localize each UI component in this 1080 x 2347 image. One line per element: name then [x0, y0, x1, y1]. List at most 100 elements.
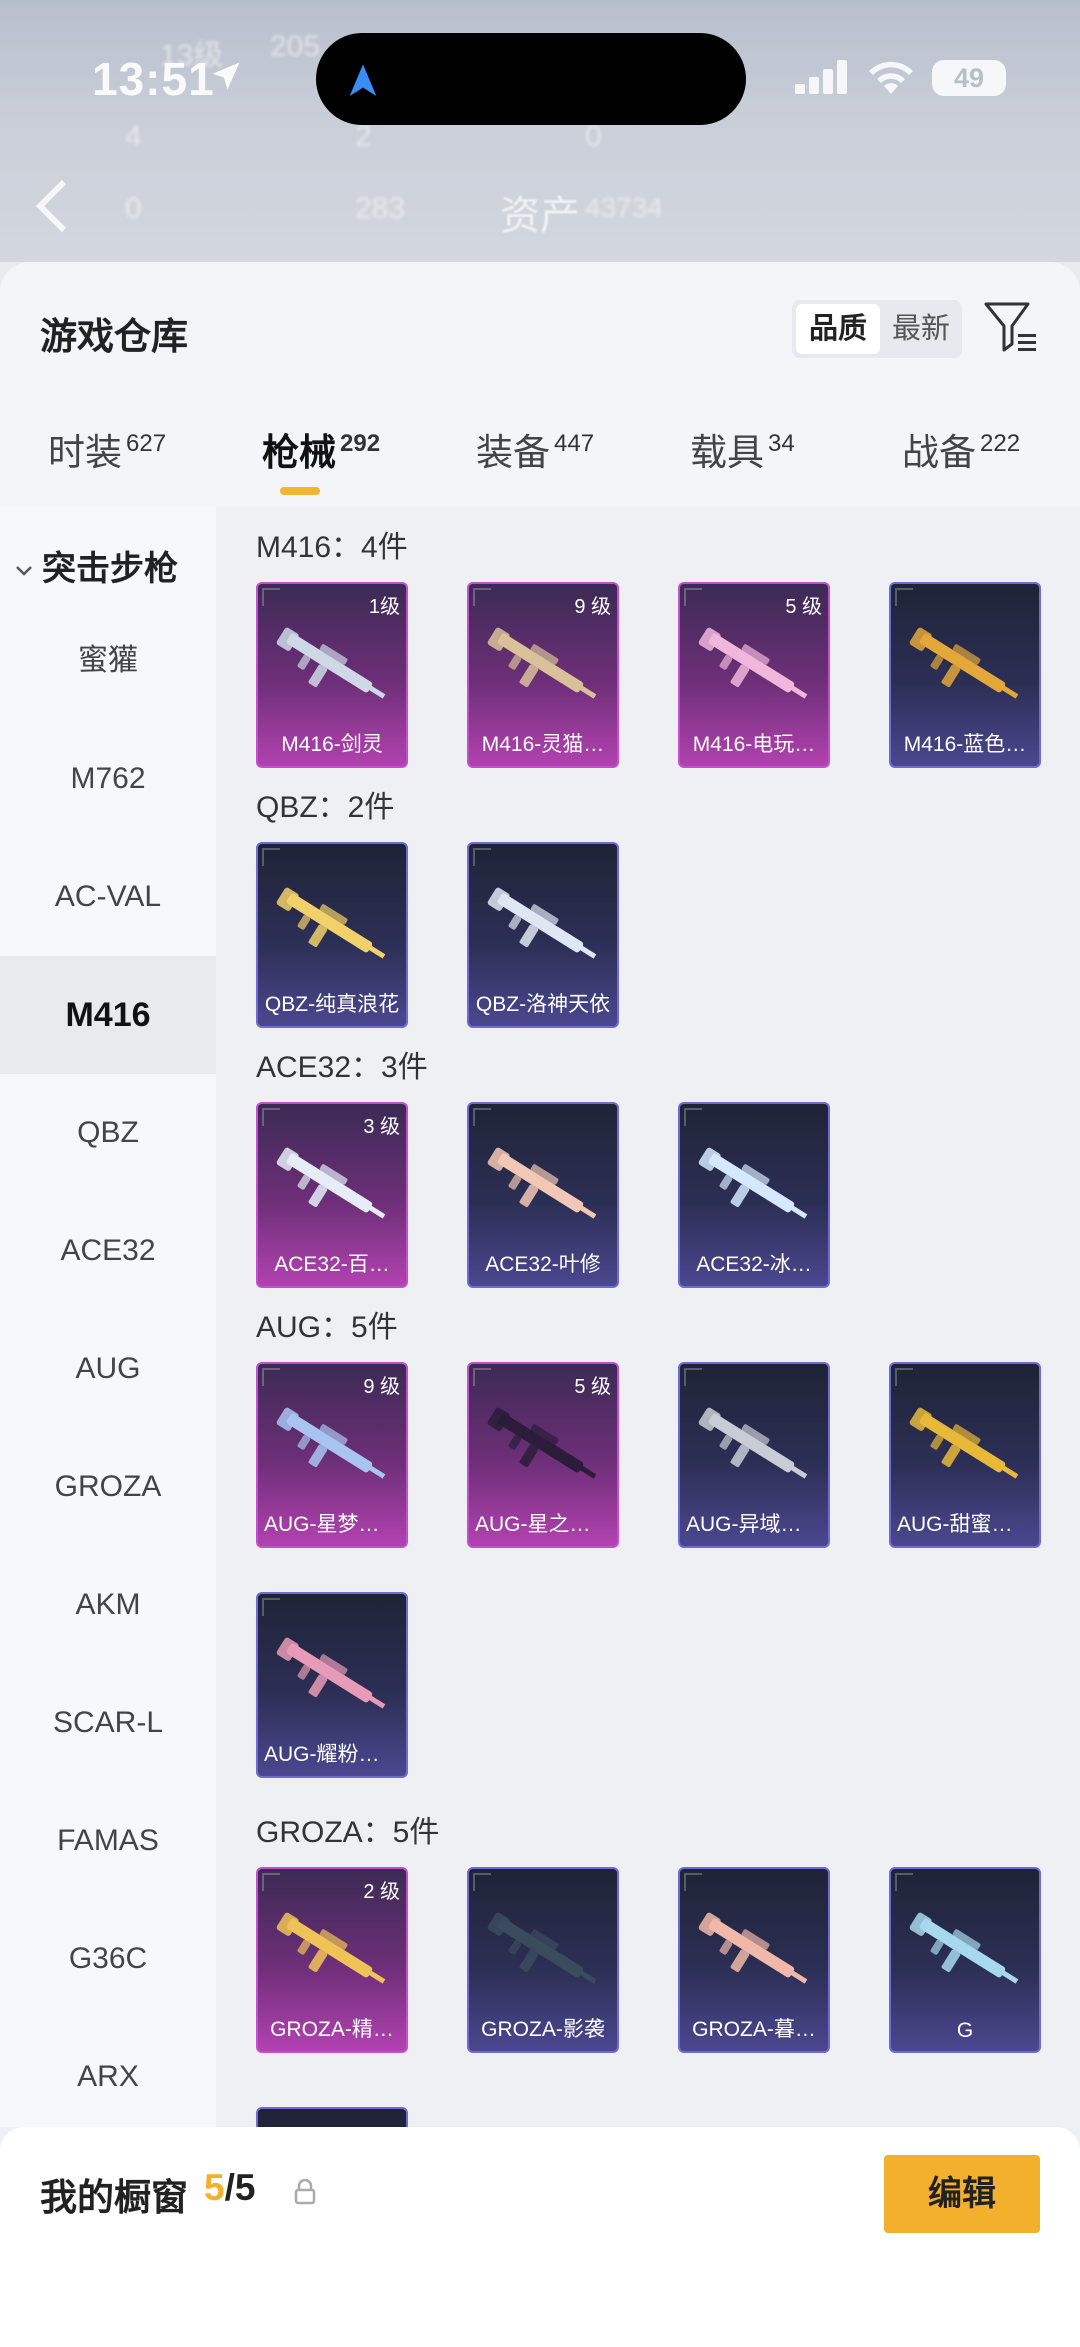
weapon-name: GROZA-精…	[270, 2018, 394, 2041]
weapon-name: M416-剑灵	[281, 733, 383, 756]
sidebar-item-famas[interactable]: FAMAS	[0, 1782, 216, 1900]
sidebar-group-label: 突击步枪	[42, 550, 178, 588]
sidebar-item-ac-val[interactable]: AC-VAL	[0, 838, 216, 956]
blur-assets-value: 43734	[585, 192, 663, 223]
section-title: GROZA：5件	[256, 1816, 440, 1849]
navigation-icon	[349, 64, 377, 96]
blur-stat-4: 0	[125, 192, 142, 225]
weapon-card[interactable]: 2 级 GROZA-精…	[256, 1867, 408, 2053]
tab-guns[interactable]: 枪械 292	[262, 422, 380, 482]
weapon-name: QBZ-洛神天依	[475, 993, 611, 1016]
status-time: 13:51	[92, 53, 215, 105]
weapon-name: AUG-星梦奇缘	[264, 1513, 401, 1536]
card-corner-decoration	[895, 1873, 913, 1891]
gun-skin-icon	[487, 1147, 597, 1219]
tab-vehicles[interactable]: 载具 34	[690, 422, 795, 482]
filter-icon[interactable]	[982, 298, 1040, 356]
gun-skin-icon	[487, 887, 597, 959]
weapon-name: GROZA-暮…	[692, 2018, 816, 2041]
weapon-card[interactable]: 9 级 M416-灵猫…	[467, 582, 619, 768]
back-arrow-icon[interactable]	[28, 175, 76, 237]
weapon-card[interactable]: ACE32-冰…	[678, 1102, 830, 1288]
sidebar-item-m416[interactable]: M416	[0, 956, 216, 1074]
weapon-name: ACE32-冰…	[696, 1253, 812, 1276]
weapon-card[interactable]: QBZ-洛神天依	[467, 842, 619, 1028]
weapon-card[interactable]: QBZ-纯真浪花	[256, 842, 408, 1028]
card-corner-decoration	[473, 848, 491, 866]
weapon-name: G	[956, 2019, 974, 2042]
section-title: QBZ：2件	[256, 791, 395, 824]
level-badge: 3 级	[363, 1116, 400, 1138]
location-arrow-icon	[212, 62, 240, 90]
chevron-down-icon	[16, 566, 32, 576]
gun-skin-icon	[276, 1147, 386, 1219]
sidebar-item-ace32[interactable]: ACE32	[0, 1192, 216, 1310]
sidebar-item-qbz[interactable]: QBZ	[0, 1074, 216, 1192]
level-badge: 5 级	[574, 1376, 611, 1398]
card-corner-decoration	[262, 848, 280, 866]
signal-icon	[795, 60, 851, 94]
sort-toggle: 品质 最新	[792, 300, 962, 358]
card-corner-decoration	[684, 1873, 702, 1891]
sidebar-item-蜜獾[interactable]: 蜜獾	[0, 602, 216, 720]
tab-underline	[280, 487, 320, 495]
blur-stat-5: 283	[355, 192, 406, 225]
blur-stat-2: 2	[355, 120, 372, 153]
weapon-card[interactable]: 1级 M416-剑灵	[256, 582, 408, 768]
weapon-card[interactable]: 9 级 AUG-星梦奇缘	[256, 1362, 408, 1548]
level-badge: 9 级	[574, 596, 611, 618]
sidebar-item-akm[interactable]: AKM	[0, 1546, 216, 1664]
sort-quality-button[interactable]: 品质	[796, 304, 880, 354]
card-corner-decoration	[262, 1598, 280, 1616]
weapon-name: GROZA-影袭	[481, 2018, 605, 2041]
wifi-icon	[869, 61, 913, 94]
gun-skin-icon	[487, 627, 597, 699]
section-title: ACE32：3件	[256, 1051, 428, 1084]
sidebar-item-arx[interactable]: ARX	[0, 2018, 216, 2136]
weapon-name: AUG-星之彼岸	[475, 1513, 612, 1536]
tab-combat-gear[interactable]: 战备 222	[902, 422, 1020, 482]
battery-indicator: 49	[932, 60, 1006, 96]
weapon-card[interactable]: 5 级 AUG-星之彼岸	[467, 1362, 619, 1548]
card-corner-decoration	[473, 1108, 491, 1126]
level-badge: 9 级	[363, 1376, 400, 1398]
sort-newest-button[interactable]: 最新	[882, 304, 960, 354]
edit-button[interactable]: 编辑	[884, 2155, 1040, 2233]
weapon-name: AUG-耀粉歌者	[264, 1743, 401, 1766]
sidebar-item-groza[interactable]: GROZA	[0, 1428, 216, 1546]
category-sidebar: 突击步枪 蜜獾 M762 AC-VAL M416 QBZ ACE32 AUG GROZA AKM…	[0, 507, 216, 2127]
gun-skin-icon	[909, 1912, 1019, 1984]
gun-skin-icon	[276, 1637, 386, 1709]
section-title: M416：4件	[256, 531, 408, 564]
weapon-card[interactable]: G	[889, 1867, 1041, 2053]
page-title: 游戏仓库	[40, 316, 188, 357]
sidebar-item-g36c[interactable]: G36C	[0, 1900, 216, 2018]
weapon-card[interactable]: 3 级 ACE32-百…	[256, 1102, 408, 1288]
weapon-card[interactable]: GROZA-影袭	[467, 1867, 619, 2053]
tab-equipment[interactable]: 装备 447	[476, 422, 594, 482]
showcase-label: 我的橱窗	[40, 2177, 188, 2218]
weapon-card[interactable]: ACE32-叶修	[467, 1102, 619, 1288]
weapon-card[interactable]: AUG-甜蜜菠萝	[889, 1362, 1041, 1548]
weapon-card[interactable]: 5 级 M416-电玩…	[678, 582, 830, 768]
weapon-card[interactable]: GROZA-暮…	[678, 1867, 830, 2053]
weapon-card[interactable]: M416-蓝色…	[889, 582, 1041, 768]
blur-stat-1: 4	[125, 120, 142, 153]
card-corner-decoration	[684, 1108, 702, 1126]
sidebar-item-aug[interactable]: AUG	[0, 1310, 216, 1428]
gun-skin-icon	[276, 887, 386, 959]
card-corner-decoration	[262, 588, 280, 606]
weapon-name: M416-蓝色…	[903, 733, 1027, 756]
tab-fashion[interactable]: 时装 627	[48, 422, 166, 482]
weapon-name: QBZ-纯真浪花	[264, 993, 400, 1016]
card-corner-decoration	[473, 1368, 491, 1386]
gun-skin-icon	[276, 627, 386, 699]
card-corner-decoration	[262, 1108, 280, 1126]
sidebar-item-scar-l[interactable]: SCAR-L	[0, 1664, 216, 1782]
sidebar-group-header[interactable]: 突击步枪	[14, 541, 178, 590]
gun-skin-icon	[909, 1407, 1019, 1479]
weapon-card[interactable]: AUG-耀粉歌者	[256, 1592, 408, 1778]
weapon-card[interactable]: AUG-异域银装	[678, 1362, 830, 1548]
blur-stat-3: 0	[585, 120, 602, 153]
sidebar-item-m762[interactable]: M762	[0, 720, 216, 838]
